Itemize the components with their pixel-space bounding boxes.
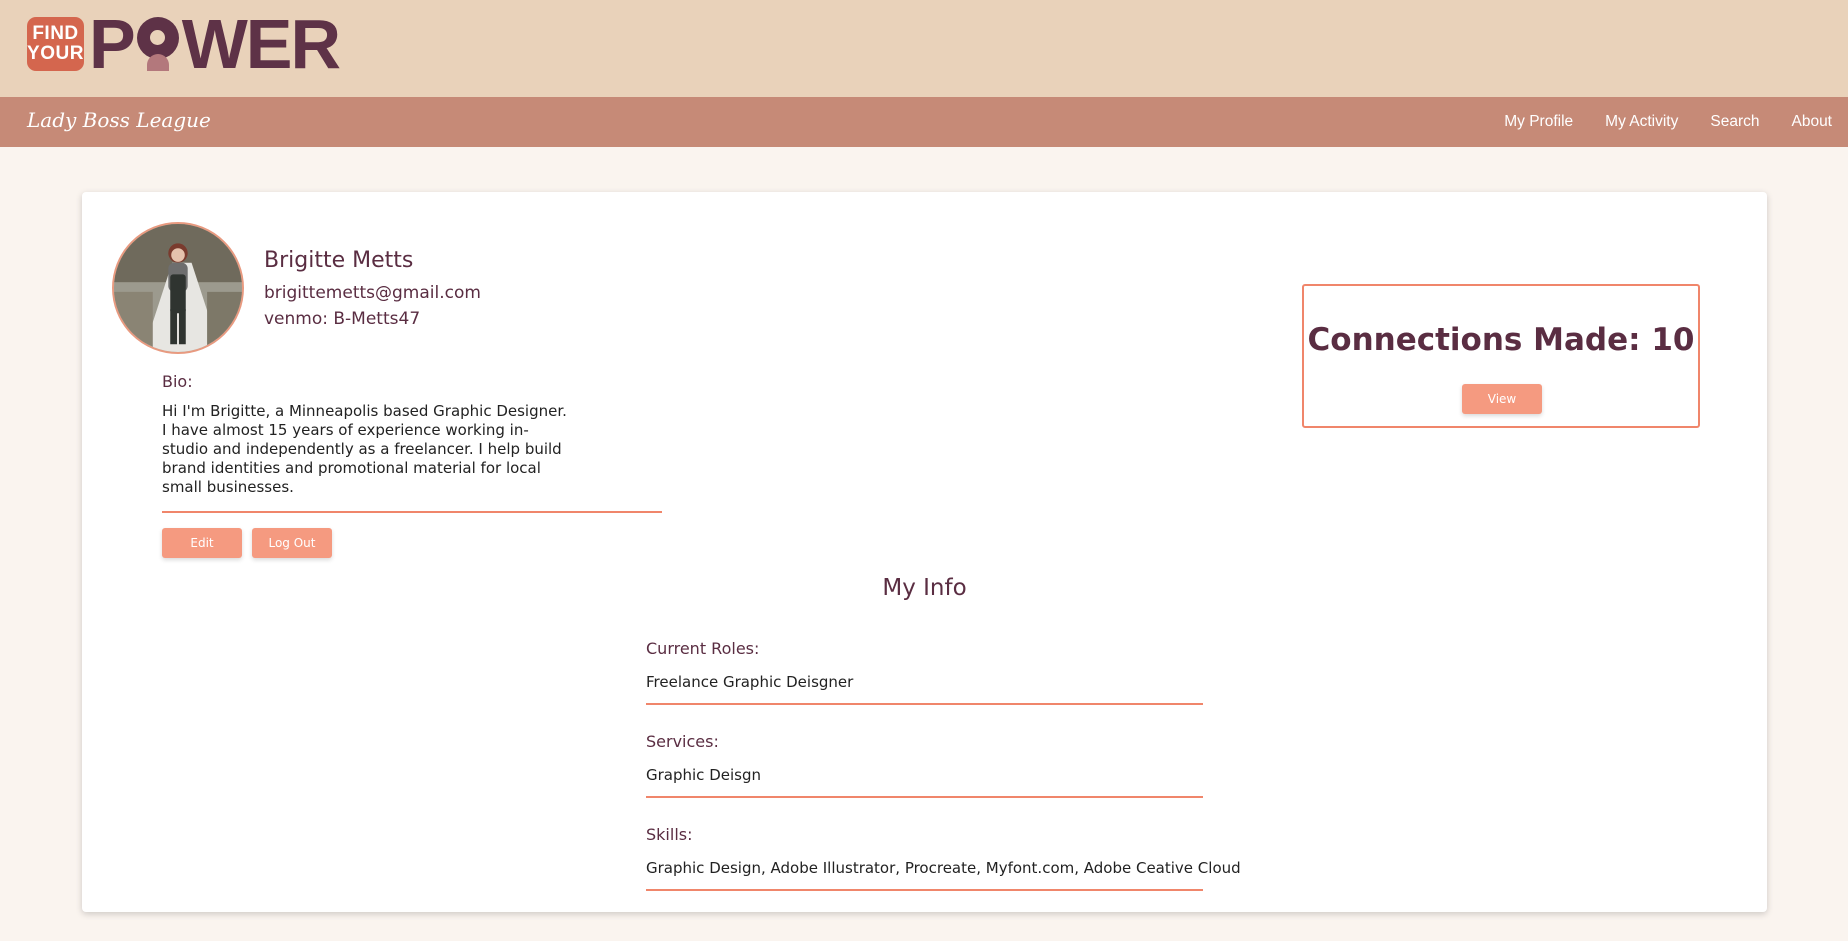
services-value: Graphic Deisgn (646, 766, 761, 784)
top-header: FIND YOUR P WER (0, 0, 1848, 97)
skills-label: Skills: (646, 825, 693, 844)
nav-search[interactable]: Search (1710, 113, 1759, 131)
location-pin-icon (135, 17, 181, 71)
my-info-title: My Info (882, 575, 967, 601)
profile-card: Brigitte Metts brigittemetts@gmail.com v… (82, 192, 1767, 912)
logo-word-left: P (89, 5, 136, 83)
bio-divider (162, 511, 662, 513)
find-your-power-logo[interactable]: FIND YOUR P WER (27, 5, 341, 83)
edit-button[interactable]: Edit (162, 528, 242, 558)
skills-divider (646, 889, 1203, 891)
view-connections-button[interactable]: View (1462, 384, 1542, 414)
brand-name[interactable]: Lady Boss League (27, 108, 211, 132)
current-roles-value: Freelance Graphic Deisgner (646, 673, 854, 691)
skills-section: Skills: Graphic Design, Adobe Illustrato… (646, 825, 1241, 891)
nav-my-profile[interactable]: My Profile (1504, 113, 1573, 131)
profile-email: brigittemetts@gmail.com (264, 283, 481, 303)
connections-title: Connections Made: 10 (1307, 322, 1695, 358)
log-out-button[interactable]: Log Out (252, 528, 332, 558)
navbar: Lady Boss League My Profile My Activity … (0, 97, 1848, 147)
profile-venmo: venmo: B-Metts47 (264, 309, 421, 329)
services-section: Services: Graphic Deisgn (646, 732, 1203, 798)
logo-badge: FIND YOUR (27, 17, 84, 71)
logo-word-right: WER (181, 5, 341, 83)
logo-badge-top: FIND (32, 23, 79, 44)
profile-photo (114, 224, 242, 352)
nav-my-activity[interactable]: My Activity (1605, 113, 1678, 131)
nav-about[interactable]: About (1791, 113, 1832, 131)
current-roles-label: Current Roles: (646, 639, 760, 658)
connections-box: Connections Made: 10 View (1302, 284, 1700, 428)
services-label: Services: (646, 732, 719, 751)
bio-label: Bio: (162, 372, 193, 391)
services-divider (646, 796, 1203, 798)
logo-badge-bottom: YOUR (27, 43, 84, 64)
nav-links: My Profile My Activity Search About (1472, 97, 1832, 147)
skills-value: Graphic Design, Adobe Illustrator, Procr… (646, 859, 1241, 877)
roles-divider (646, 703, 1203, 705)
profile-name: Brigitte Metts (264, 248, 414, 273)
logo-wordmark: P WER (89, 5, 341, 83)
avatar (112, 222, 244, 354)
current-roles-section: Current Roles: Freelance Graphic Deisgne… (646, 639, 1203, 705)
bio-text: Hi I'm Brigitte, a Minneapolis based Gra… (162, 402, 567, 496)
